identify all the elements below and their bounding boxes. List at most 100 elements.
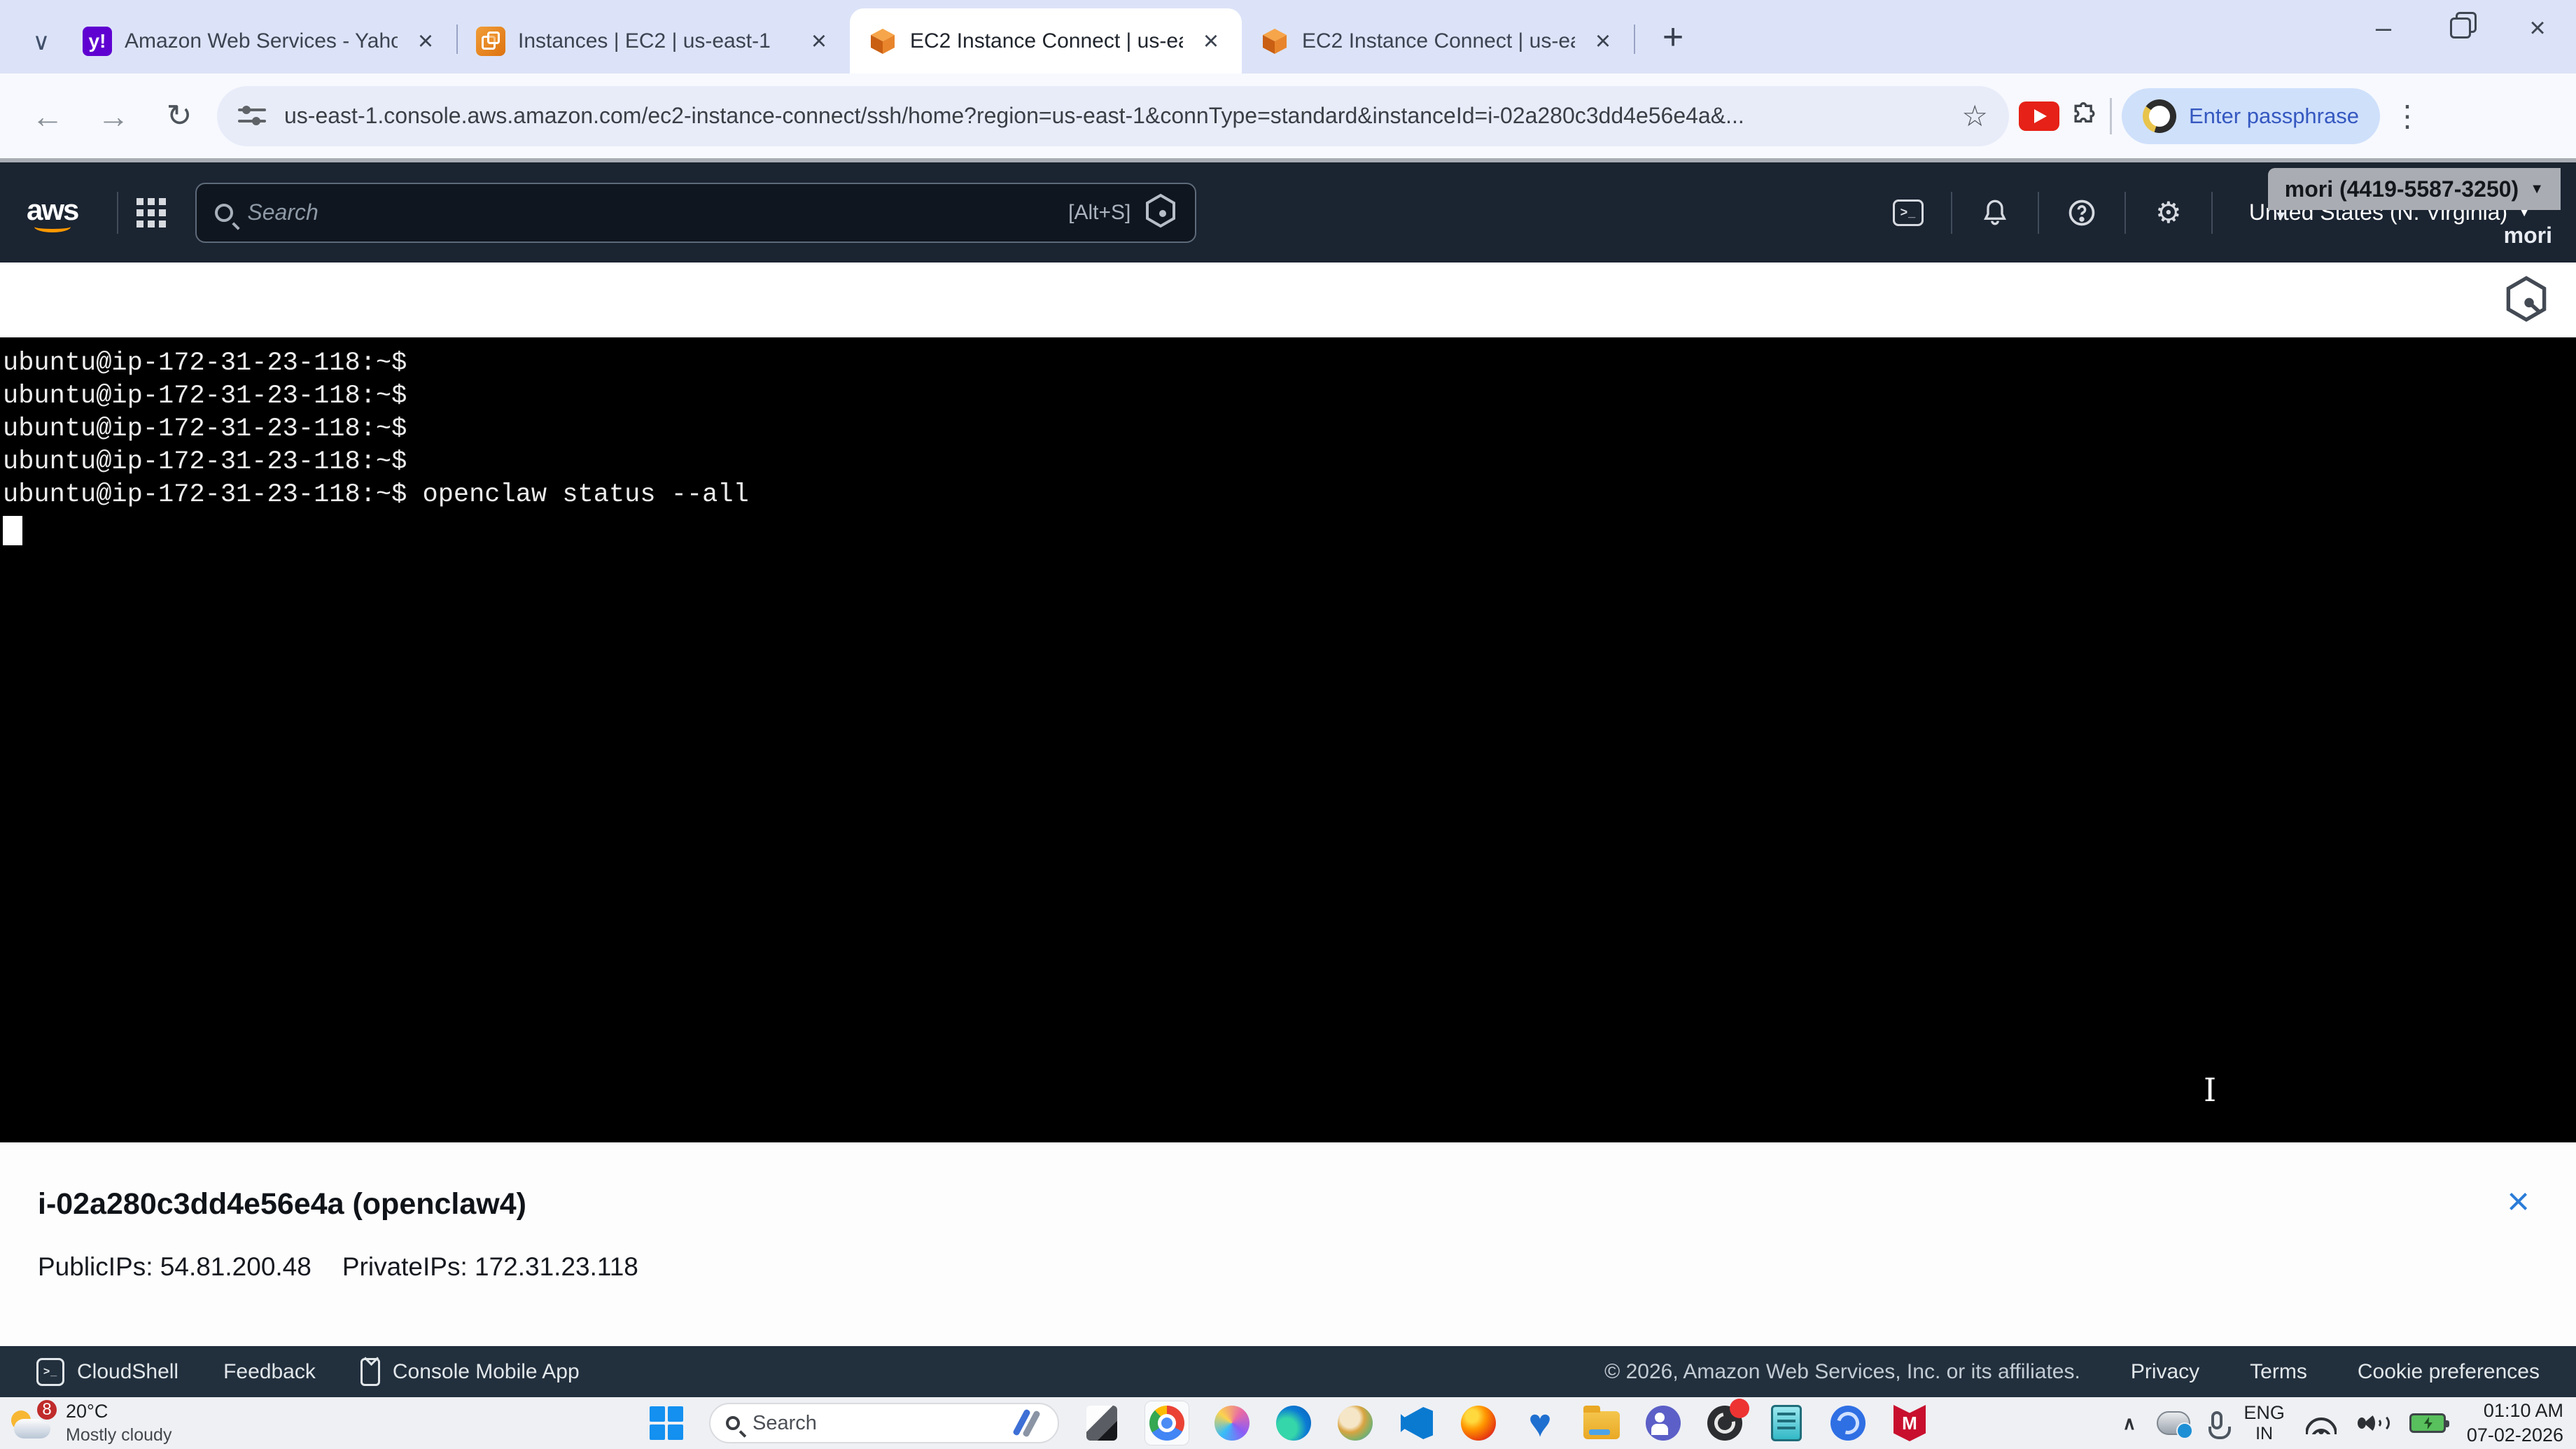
- account-menu-overlay[interactable]: mori (4419-5587-3250) ▼: [2267, 168, 2561, 210]
- health-heart-icon: ♥: [1528, 1401, 1552, 1445]
- amazon-q-icon[interactable]: [1144, 193, 1177, 232]
- bookmark-star-icon[interactable]: ☆: [1961, 99, 1988, 133]
- cookie-preferences-link[interactable]: Cookie preferences: [2358, 1360, 2540, 1384]
- account-name[interactable]: mori: [2504, 223, 2552, 248]
- tab-ec2-connect-2[interactable]: EC2 Instance Connect | us-east ×: [1242, 8, 1634, 74]
- chevron-down-icon: ▼: [2274, 209, 2288, 224]
- notepad-app-button[interactable]: [1768, 1404, 1805, 1442]
- weather-widget[interactable]: 8 20°C Mostly cloudy: [10, 1398, 172, 1446]
- copilot-icon: [1214, 1406, 1250, 1441]
- vscode-app-button[interactable]: [1398, 1404, 1436, 1442]
- notifications-bell-button[interactable]: [1970, 197, 2019, 228]
- services-grid-icon[interactable]: [136, 197, 167, 227]
- tab-title: EC2 Instance Connect | us-east: [910, 29, 1183, 52]
- pc-manager-app-button[interactable]: ♥: [1521, 1401, 1559, 1445]
- taskview-app-button[interactable]: [1083, 1404, 1121, 1442]
- cloudshell-header-button[interactable]: >_: [1884, 199, 1933, 226]
- tab-close-icon[interactable]: ×: [1196, 26, 1226, 57]
- language-indicator[interactable]: ENG IN: [2244, 1404, 2285, 1443]
- search-icon: [726, 1416, 740, 1430]
- reload-button[interactable]: ↻: [151, 98, 207, 134]
- tab-title: EC2 Instance Connect | us-east: [1302, 29, 1575, 52]
- back-button[interactable]: ←: [20, 97, 76, 135]
- aws-search-box[interactable]: Search [Alt+S]: [195, 182, 1197, 243]
- terminal-icon: >_: [1892, 199, 1924, 226]
- cloudshell-label: CloudShell: [77, 1359, 179, 1383]
- weather-cloud-icon: 8: [10, 1398, 59, 1443]
- instance-connect-subheader: [0, 262, 2576, 337]
- system-tray: ∧ ENG IN 01:10 AM 07-02-2026: [2122, 1397, 2563, 1449]
- taskbar-search-label: Search: [752, 1411, 817, 1434]
- new-tab-button[interactable]: +: [1652, 16, 1694, 58]
- chrome-app-button[interactable]: [1144, 1401, 1189, 1446]
- weather-text: 20°C Mostly cloudy: [66, 1401, 172, 1446]
- extensions-puzzle-icon[interactable]: [2069, 101, 2100, 132]
- onedrive-cloud-icon[interactable]: [2157, 1411, 2194, 1439]
- enter-passphrase-button[interactable]: Enter passphrase: [2122, 88, 2380, 144]
- firefox-icon: [1461, 1406, 1496, 1441]
- weather-desc: Mostly cloudy: [66, 1425, 172, 1445]
- browser-menu-icon[interactable]: ⋮: [2390, 99, 2425, 133]
- search-placeholder: Search: [247, 200, 318, 225]
- close-window-button[interactable]: ×: [2499, 0, 2576, 56]
- ssh-terminal[interactable]: ubuntu@ip-172-31-23-118:~$ ubuntu@ip-172…: [0, 337, 2576, 1142]
- tab-ec2-instances[interactable]: Instances | EC2 | us-east-1 ×: [458, 8, 850, 74]
- chevron-down-icon: ▼: [2530, 181, 2544, 197]
- instance-title: i-02a280c3dd4e56e4a (openclaw4): [38, 1187, 526, 1221]
- tray-chevron-up-icon[interactable]: ∧: [2122, 1413, 2136, 1434]
- aws-logo[interactable]: aws: [27, 193, 79, 232]
- sync-app-button[interactable]: [1829, 1404, 1867, 1442]
- obs-app-button[interactable]: [1706, 1399, 1749, 1442]
- sync-icon: [1830, 1406, 1865, 1441]
- firefox-app-button[interactable]: [1460, 1404, 1497, 1442]
- amazon-q-icon[interactable]: [2505, 275, 2548, 326]
- minimize-button[interactable]: –: [2345, 0, 2422, 56]
- edge-app-button[interactable]: [1275, 1404, 1312, 1442]
- terminal-cursor: [3, 516, 22, 545]
- windows-taskbar: 8 20°C Mostly cloudy Search ♥ M ∧ ENG IN…: [0, 1397, 2576, 1449]
- tray-clock[interactable]: 01:10 AM 07-02-2026: [2467, 1401, 2563, 1445]
- tab-yahoo[interactable]: y! Amazon Web Services - Yahoo ×: [64, 8, 456, 74]
- cube-favicon-icon: [1260, 27, 1289, 56]
- mcafee-app-button[interactable]: M: [1891, 1404, 1928, 1442]
- tab-title: Amazon Web Services - Yahoo: [125, 29, 398, 52]
- header-separator: [2037, 191, 2039, 234]
- taskbar-search[interactable]: Search: [709, 1403, 1059, 1443]
- tab-close-icon[interactable]: ×: [804, 26, 834, 57]
- restore-button[interactable]: [2422, 0, 2499, 56]
- teams-app-button[interactable]: [1644, 1404, 1682, 1442]
- forward-button[interactable]: →: [85, 97, 141, 135]
- file-explorer-app-button[interactable]: [1583, 1404, 1620, 1442]
- battery-icon[interactable]: [2409, 1413, 2449, 1433]
- microphone-icon[interactable]: [2208, 1411, 2232, 1439]
- ec2-favicon-icon: [476, 26, 505, 56]
- yahoo-favicon-icon: y!: [83, 26, 112, 56]
- tab-close-icon[interactable]: ×: [1588, 26, 1618, 57]
- youtube-icon[interactable]: [2019, 101, 2059, 131]
- terms-link[interactable]: Terms: [2250, 1360, 2307, 1384]
- vscode-icon: [1401, 1407, 1433, 1439]
- tab-ec2-connect-active[interactable]: EC2 Instance Connect | us-east ×: [850, 8, 1242, 74]
- terminal-icon: >_: [36, 1357, 64, 1386]
- tab-search-button[interactable]: ∨: [18, 19, 64, 65]
- feedback-link[interactable]: Feedback: [223, 1360, 316, 1384]
- window-controls: – ×: [2345, 0, 2576, 56]
- paint-app-button[interactable]: [1336, 1404, 1374, 1442]
- copilot-app-button[interactable]: [1213, 1404, 1251, 1442]
- site-settings-icon[interactable]: [238, 104, 266, 128]
- start-button[interactable]: [648, 1404, 685, 1442]
- console-mobile-app-link[interactable]: Console Mobile App: [360, 1357, 580, 1386]
- panel-close-icon[interactable]: ×: [2507, 1182, 2530, 1221]
- address-bar[interactable]: us-east-1.console.aws.amazon.com/ec2-ins…: [217, 85, 2009, 146]
- cloudshell-footer-button[interactable]: >_ CloudShell: [36, 1357, 179, 1386]
- speaker-icon[interactable]: [2357, 1412, 2390, 1434]
- private-ips: PrivateIPs: 172.31.23.118: [342, 1252, 638, 1281]
- settings-gear-button[interactable]: ⚙: [2144, 195, 2193, 230]
- restore-icon: [2450, 18, 2471, 38]
- tab-close-icon[interactable]: ×: [410, 26, 441, 57]
- wifi-icon[interactable]: [2305, 1412, 2337, 1434]
- terminal-line: ubuntu@ip-172-31-23-118:~$: [3, 382, 407, 411]
- help-button[interactable]: [2057, 197, 2106, 228]
- passphrase-label: Enter passphrase: [2189, 103, 2359, 128]
- privacy-link[interactable]: Privacy: [2131, 1360, 2199, 1384]
